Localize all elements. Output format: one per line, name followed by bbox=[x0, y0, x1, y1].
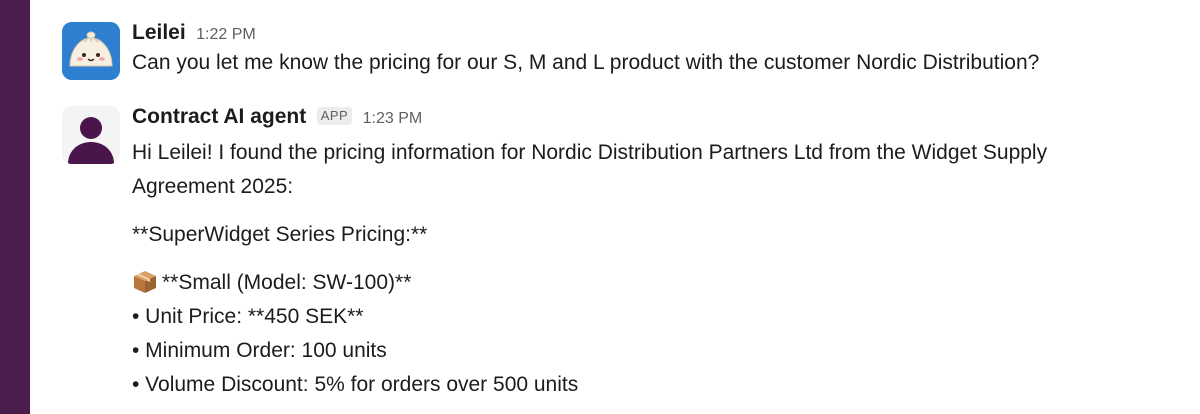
app-badge: APP bbox=[316, 107, 353, 125]
message-header: Contract AI agent APP 1:23 PM bbox=[132, 104, 1192, 130]
product-title-text: **Small (Model: SW-100)** bbox=[162, 271, 412, 294]
timestamp[interactable]: 1:23 PM bbox=[363, 110, 423, 127]
intro-line-2: Agreement 2025: bbox=[132, 175, 294, 198]
sender-name[interactable]: Leilei bbox=[132, 21, 186, 44]
product-title: **Small (Model: SW-100)** bbox=[132, 266, 1192, 300]
timestamp[interactable]: 1:22 PM bbox=[196, 26, 256, 43]
message-header: Leilei 1:22 PM bbox=[132, 20, 1192, 46]
workspace-sidebar-edge bbox=[0, 0, 30, 414]
intro-line-1: Hi Leilei! I found the pricing informati… bbox=[132, 141, 1048, 164]
person-avatar-icon[interactable] bbox=[62, 106, 120, 164]
message-content: Contract AI agent APP 1:23 PM Hi Leilei!… bbox=[132, 104, 1192, 402]
list-item: • Minimum Order: 100 units bbox=[132, 339, 387, 362]
package-emoji-icon bbox=[132, 268, 158, 294]
message-content: Leilei 1:22 PM Can you let me know the p… bbox=[132, 20, 1192, 80]
bao-dumpling-avatar-icon[interactable] bbox=[62, 22, 120, 80]
sender-name[interactable]: Contract AI agent bbox=[132, 105, 306, 128]
list-item: • Unit Price: **450 SEK** bbox=[132, 305, 364, 328]
list-item: • Volume Discount: 5% for orders over 50… bbox=[132, 373, 579, 396]
pricing-heading: **SuperWidget Series Pricing:** bbox=[132, 223, 428, 246]
message-text: Can you let me know the pricing for our … bbox=[132, 51, 1040, 74]
